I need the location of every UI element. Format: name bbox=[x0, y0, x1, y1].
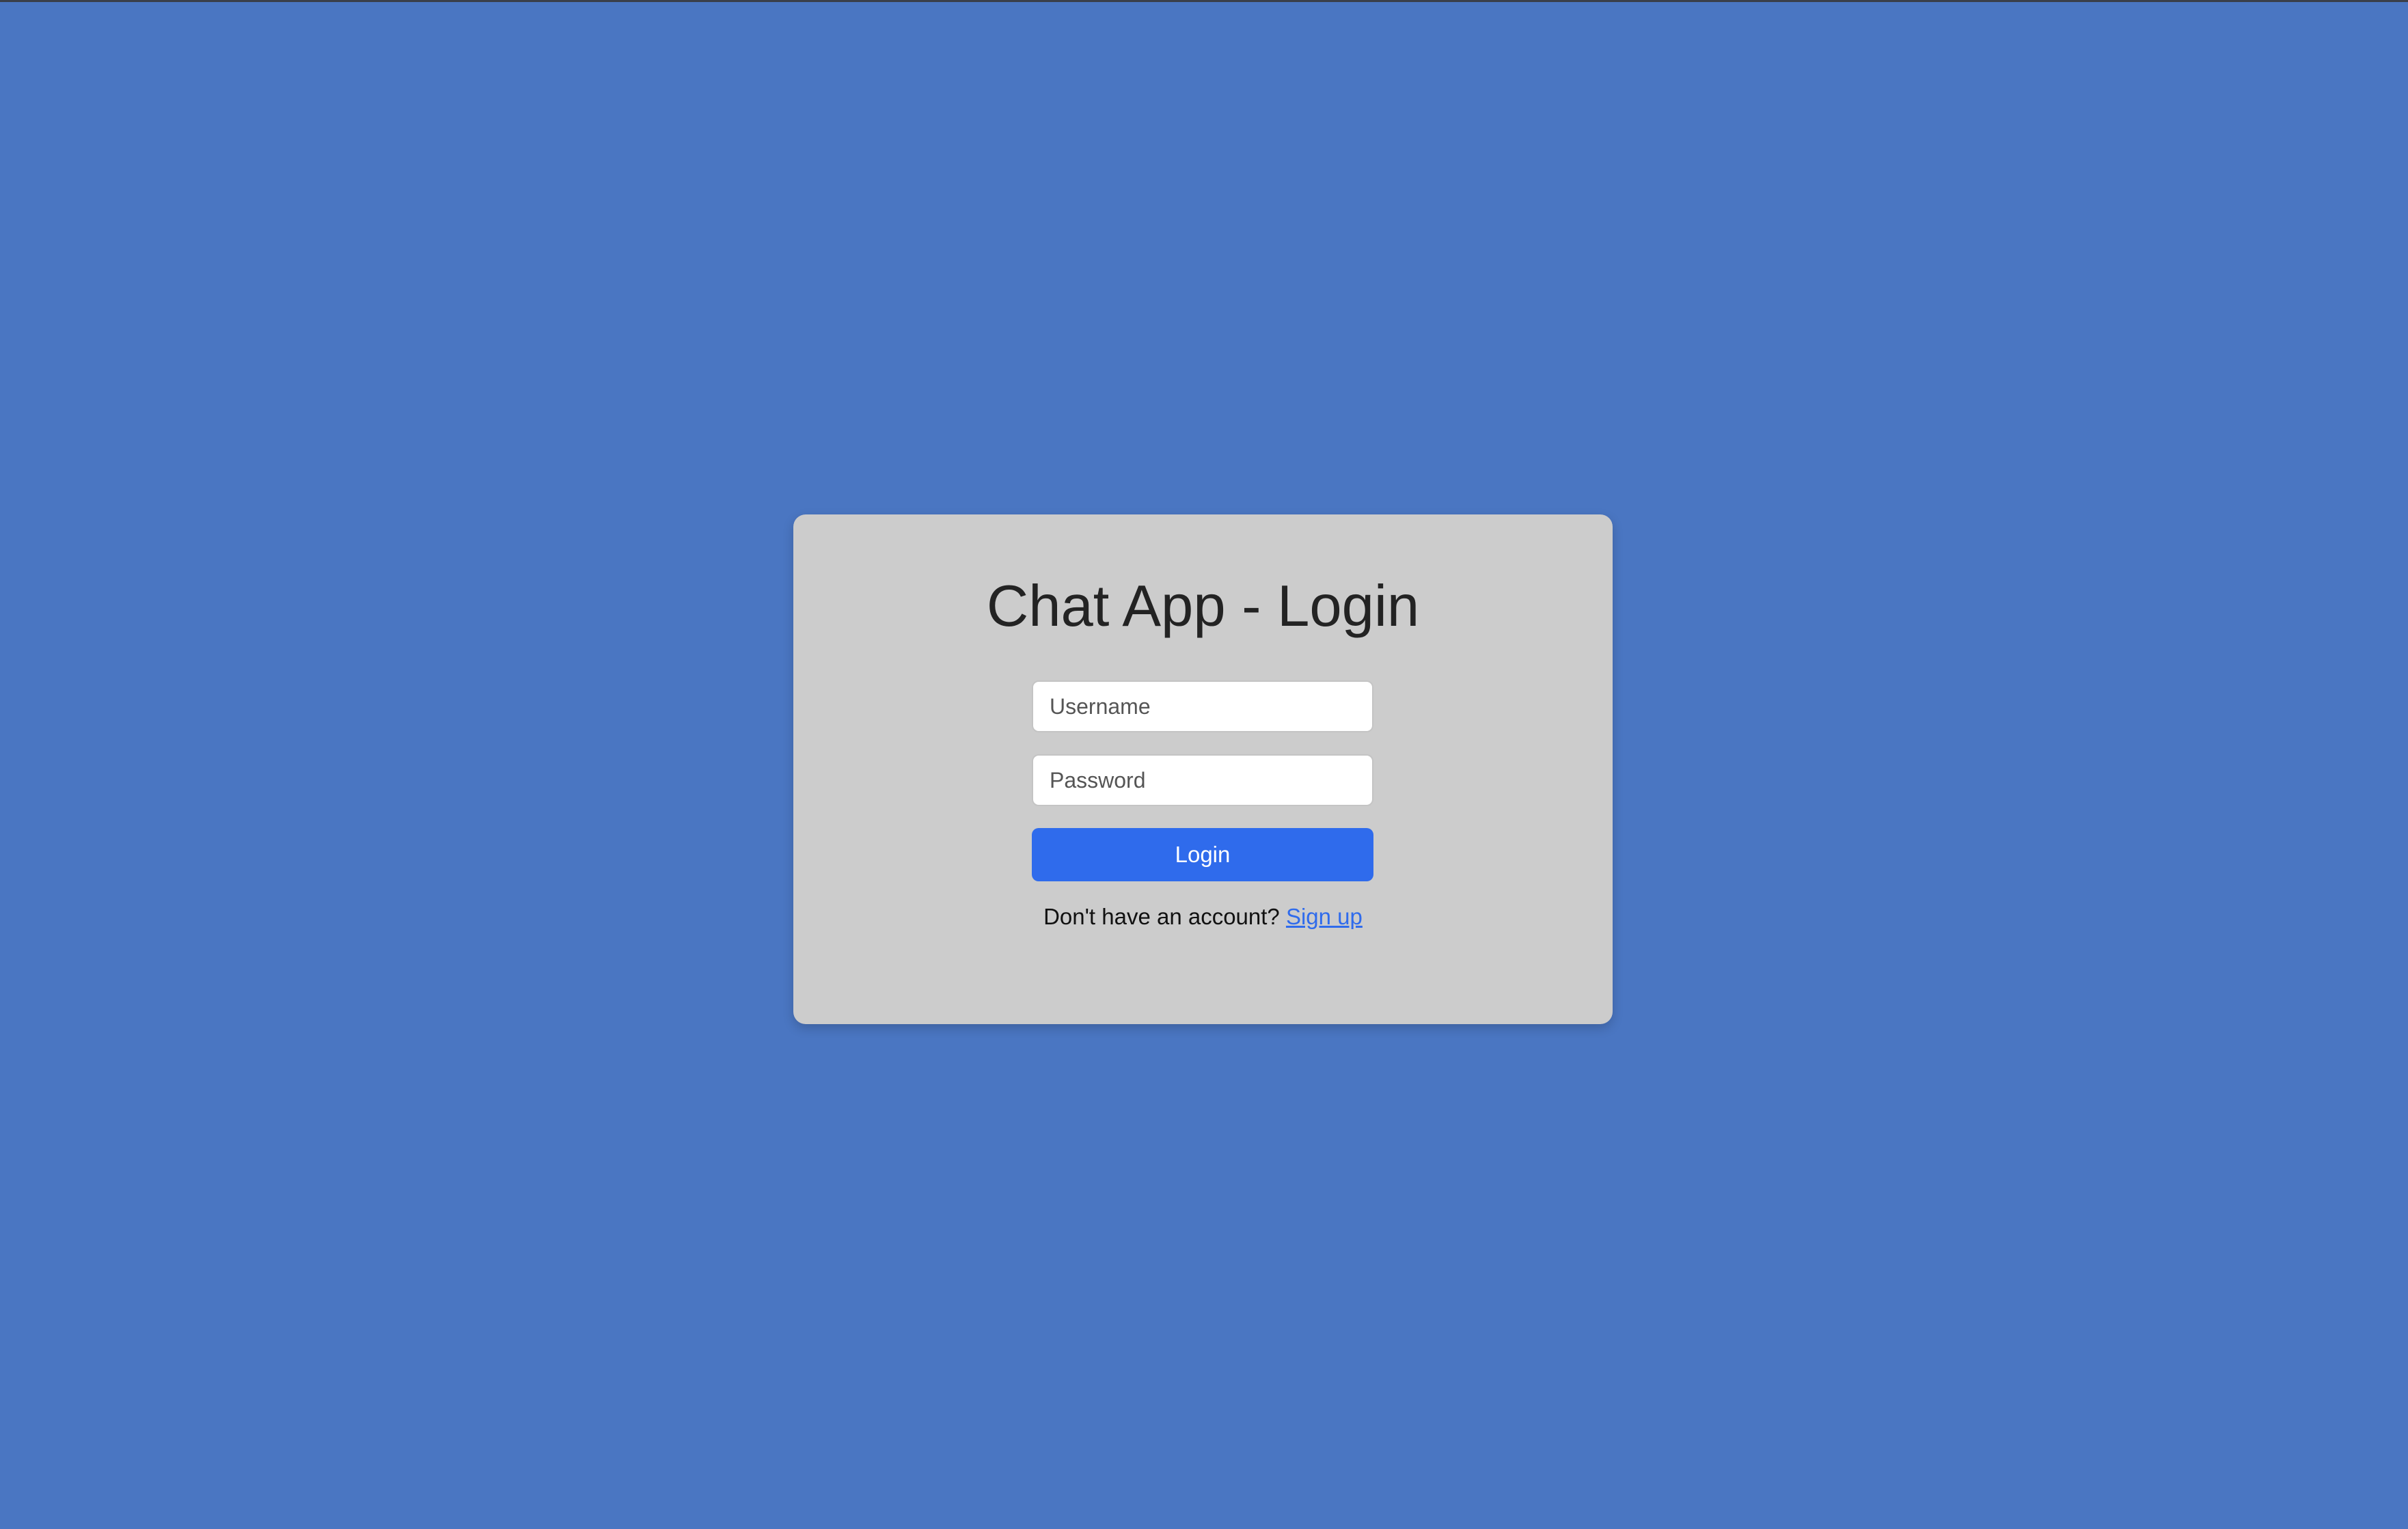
page-title: Chat App - Login bbox=[986, 574, 1420, 639]
login-button[interactable]: Login bbox=[1032, 828, 1373, 881]
signup-link[interactable]: Sign up bbox=[1286, 904, 1363, 929]
password-input[interactable] bbox=[1032, 754, 1373, 806]
login-card: Chat App - Login Login Don't have an acc… bbox=[793, 514, 1613, 1024]
username-input[interactable] bbox=[1032, 680, 1373, 732]
window-top-border bbox=[0, 0, 2408, 2]
signup-prompt-text: Don't have an account? bbox=[1043, 904, 1286, 929]
signup-prompt-line: Don't have an account? Sign up bbox=[793, 904, 1613, 930]
